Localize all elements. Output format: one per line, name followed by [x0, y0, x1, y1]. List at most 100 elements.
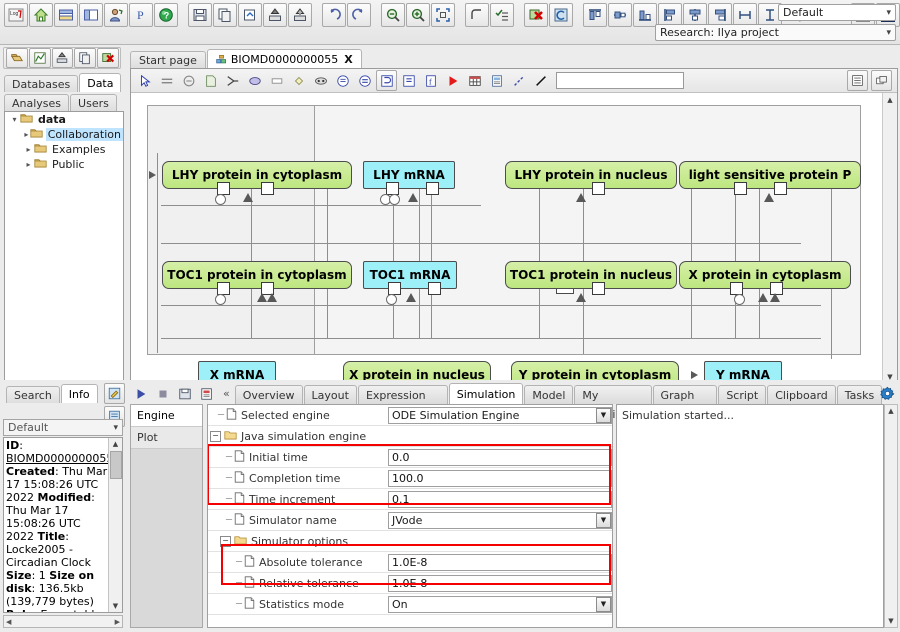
- overview-view-icon[interactable]: [871, 70, 892, 91]
- function-tool-icon[interactable]: f: [420, 70, 441, 91]
- node-port[interactable]: [592, 282, 605, 295]
- node-port[interactable]: [426, 182, 439, 195]
- info-vscrollbar[interactable]: ▲ ▼: [108, 438, 122, 612]
- diamond-tool-icon[interactable]: [288, 70, 309, 91]
- tab-simulation[interactable]: Simulation: [448, 383, 524, 404]
- ellipse-tool-icon[interactable]: [244, 70, 265, 91]
- gear-icon[interactable]: [878, 384, 896, 402]
- upload-icon[interactable]: [288, 3, 312, 27]
- zoom-in-icon[interactable]: [406, 3, 430, 27]
- tab-users[interactable]: Users: [70, 94, 117, 111]
- scroll-left-icon[interactable]: ◀: [4, 618, 13, 626]
- simulation-log-vscrollbar[interactable]: ▲ ▼: [884, 404, 898, 628]
- edit-info-button[interactable]: [104, 383, 125, 404]
- diagram-node[interactable]: TOC1 protein in nucleus: [505, 261, 677, 302]
- tab-script[interactable]: Script: [718, 385, 767, 404]
- edge-route-icon[interactable]: [465, 3, 489, 27]
- info-view-select[interactable]: Default ▾: [3, 419, 123, 436]
- logo-icon[interactable]: Log: [4, 3, 28, 27]
- node-port[interactable]: [386, 182, 399, 195]
- tabs-scroll-left-icon[interactable]: «: [218, 384, 235, 404]
- info-field-value-id[interactable]: BIOMD0000000055: [6, 452, 113, 465]
- tree-item-public[interactable]: ▸ Public: [5, 157, 123, 172]
- compartment-tool-icon[interactable]: [332, 70, 353, 91]
- diagram-node[interactable]: LHY protein in cytoplasm: [162, 161, 352, 205]
- simulator-name-combo[interactable]: JVode ▼: [388, 511, 612, 529]
- chart-icon[interactable]: [28, 48, 51, 68]
- selected-engine-combo[interactable]: ODE Simulation Engine ▼: [388, 406, 612, 424]
- import-icon[interactable]: [238, 3, 262, 27]
- branch-tool-icon[interactable]: [222, 70, 243, 91]
- node-port[interactable]: [730, 282, 743, 295]
- tab-clipboard[interactable]: Clipboard: [767, 385, 836, 404]
- chevron-down-icon[interactable]: ▼: [596, 407, 611, 423]
- scroll-up-icon[interactable]: ▲: [883, 93, 897, 106]
- tab-overview[interactable]: Overview: [234, 385, 303, 404]
- undo-icon[interactable]: [322, 3, 346, 27]
- report-tool-icon[interactable]: [486, 70, 507, 91]
- species-tool-icon[interactable]: [310, 70, 331, 91]
- redo-icon[interactable]: [347, 3, 371, 27]
- stop-simulation-icon[interactable]: [152, 383, 173, 404]
- scrollbar-thumb[interactable]: [110, 451, 122, 479]
- tree-expander-icon[interactable]: ▸: [23, 160, 34, 169]
- node-port[interactable]: [592, 182, 605, 195]
- side-list-item-plot[interactable]: Plot: [131, 427, 202, 449]
- tab-search[interactable]: Search: [6, 386, 60, 403]
- save-icon[interactable]: [188, 3, 212, 27]
- node-port[interactable]: [734, 182, 747, 195]
- open-repository-icon[interactable]: [6, 48, 28, 68]
- edge-tool-icon[interactable]: [156, 70, 177, 91]
- scroll-down-icon[interactable]: ▼: [885, 615, 897, 627]
- tree-item-collaboration[interactable]: ▸ Collaboration: [5, 127, 123, 142]
- canvas-vscrollbar[interactable]: ▲ ▼: [882, 93, 897, 383]
- diagram-search-input[interactable]: [556, 72, 684, 89]
- properties-view-icon[interactable]: [847, 70, 868, 91]
- relative-tolerance-input[interactable]: 1.0E-8: [388, 574, 612, 592]
- refresh-icon[interactable]: [549, 3, 573, 27]
- tab-my-description[interactable]: My description: [574, 385, 652, 421]
- tab-analyses[interactable]: Analyses: [4, 94, 70, 111]
- close-icon[interactable]: X: [344, 50, 352, 70]
- align-bottom-icon[interactable]: [633, 3, 657, 27]
- tab-tasks[interactable]: Tasks: [836, 385, 883, 404]
- diagram-node[interactable]: TOC1 protein in cytoplasm: [162, 261, 352, 305]
- note-tool-icon[interactable]: [200, 70, 221, 91]
- zoom-fit-icon[interactable]: [431, 3, 455, 27]
- table-tool-icon[interactable]: [464, 70, 485, 91]
- statistics-mode-combo[interactable]: On ▼: [388, 595, 612, 613]
- completion-time-input[interactable]: 100.0: [388, 469, 612, 487]
- align-top-icon[interactable]: [583, 3, 607, 27]
- diagram-canvas[interactable]: LHY protein in cytoplasm LHY mRNA LHY pr…: [131, 93, 883, 383]
- scroll-up-icon[interactable]: ▲: [109, 438, 122, 450]
- help-icon[interactable]: ?: [154, 3, 178, 27]
- constraint-tool-icon[interactable]: [398, 70, 419, 91]
- scroll-up-icon[interactable]: ▲: [885, 405, 897, 417]
- tab-graph-search[interactable]: Graph search: [652, 385, 718, 421]
- save-as-icon[interactable]: [213, 3, 237, 27]
- chevron-down-icon[interactable]: ▼: [596, 512, 611, 528]
- tree-expander-icon[interactable]: ▾: [9, 115, 20, 124]
- dashed-line-tool-icon[interactable]: [508, 70, 529, 91]
- perspective-icon[interactable]: P: [129, 3, 153, 27]
- compartment-nucleus[interactable]: [314, 105, 861, 355]
- collapse-icon[interactable]: −: [210, 430, 221, 442]
- equation-tool-icon[interactable]: [354, 70, 375, 91]
- node-port[interactable]: [774, 182, 787, 195]
- absolute-tolerance-input[interactable]: 1.0E-8: [388, 553, 612, 571]
- rect-tool-icon[interactable]: [266, 70, 287, 91]
- tab-expression-mapping[interactable]: Expression mapping: [357, 385, 448, 421]
- reaction-tool-icon[interactable]: [178, 70, 199, 91]
- delete-icon[interactable]: [524, 3, 548, 27]
- home-icon[interactable]: [29, 3, 53, 27]
- tab-layout[interactable]: Layout: [303, 385, 357, 404]
- export-results-icon[interactable]: [196, 383, 217, 404]
- side-list-item-engine[interactable]: Engine: [131, 405, 202, 427]
- initial-time-input[interactable]: 0.0: [388, 448, 612, 466]
- run-simulation-icon[interactable]: [130, 383, 151, 404]
- layout-horizontal-icon[interactable]: [54, 3, 78, 27]
- select-tool-icon[interactable]: [134, 70, 155, 91]
- delete-red-icon[interactable]: [97, 48, 119, 68]
- diagram-node[interactable]: X protein in cytoplasm: [679, 261, 851, 305]
- project-select[interactable]: Research: Ilya project ▾: [655, 24, 896, 41]
